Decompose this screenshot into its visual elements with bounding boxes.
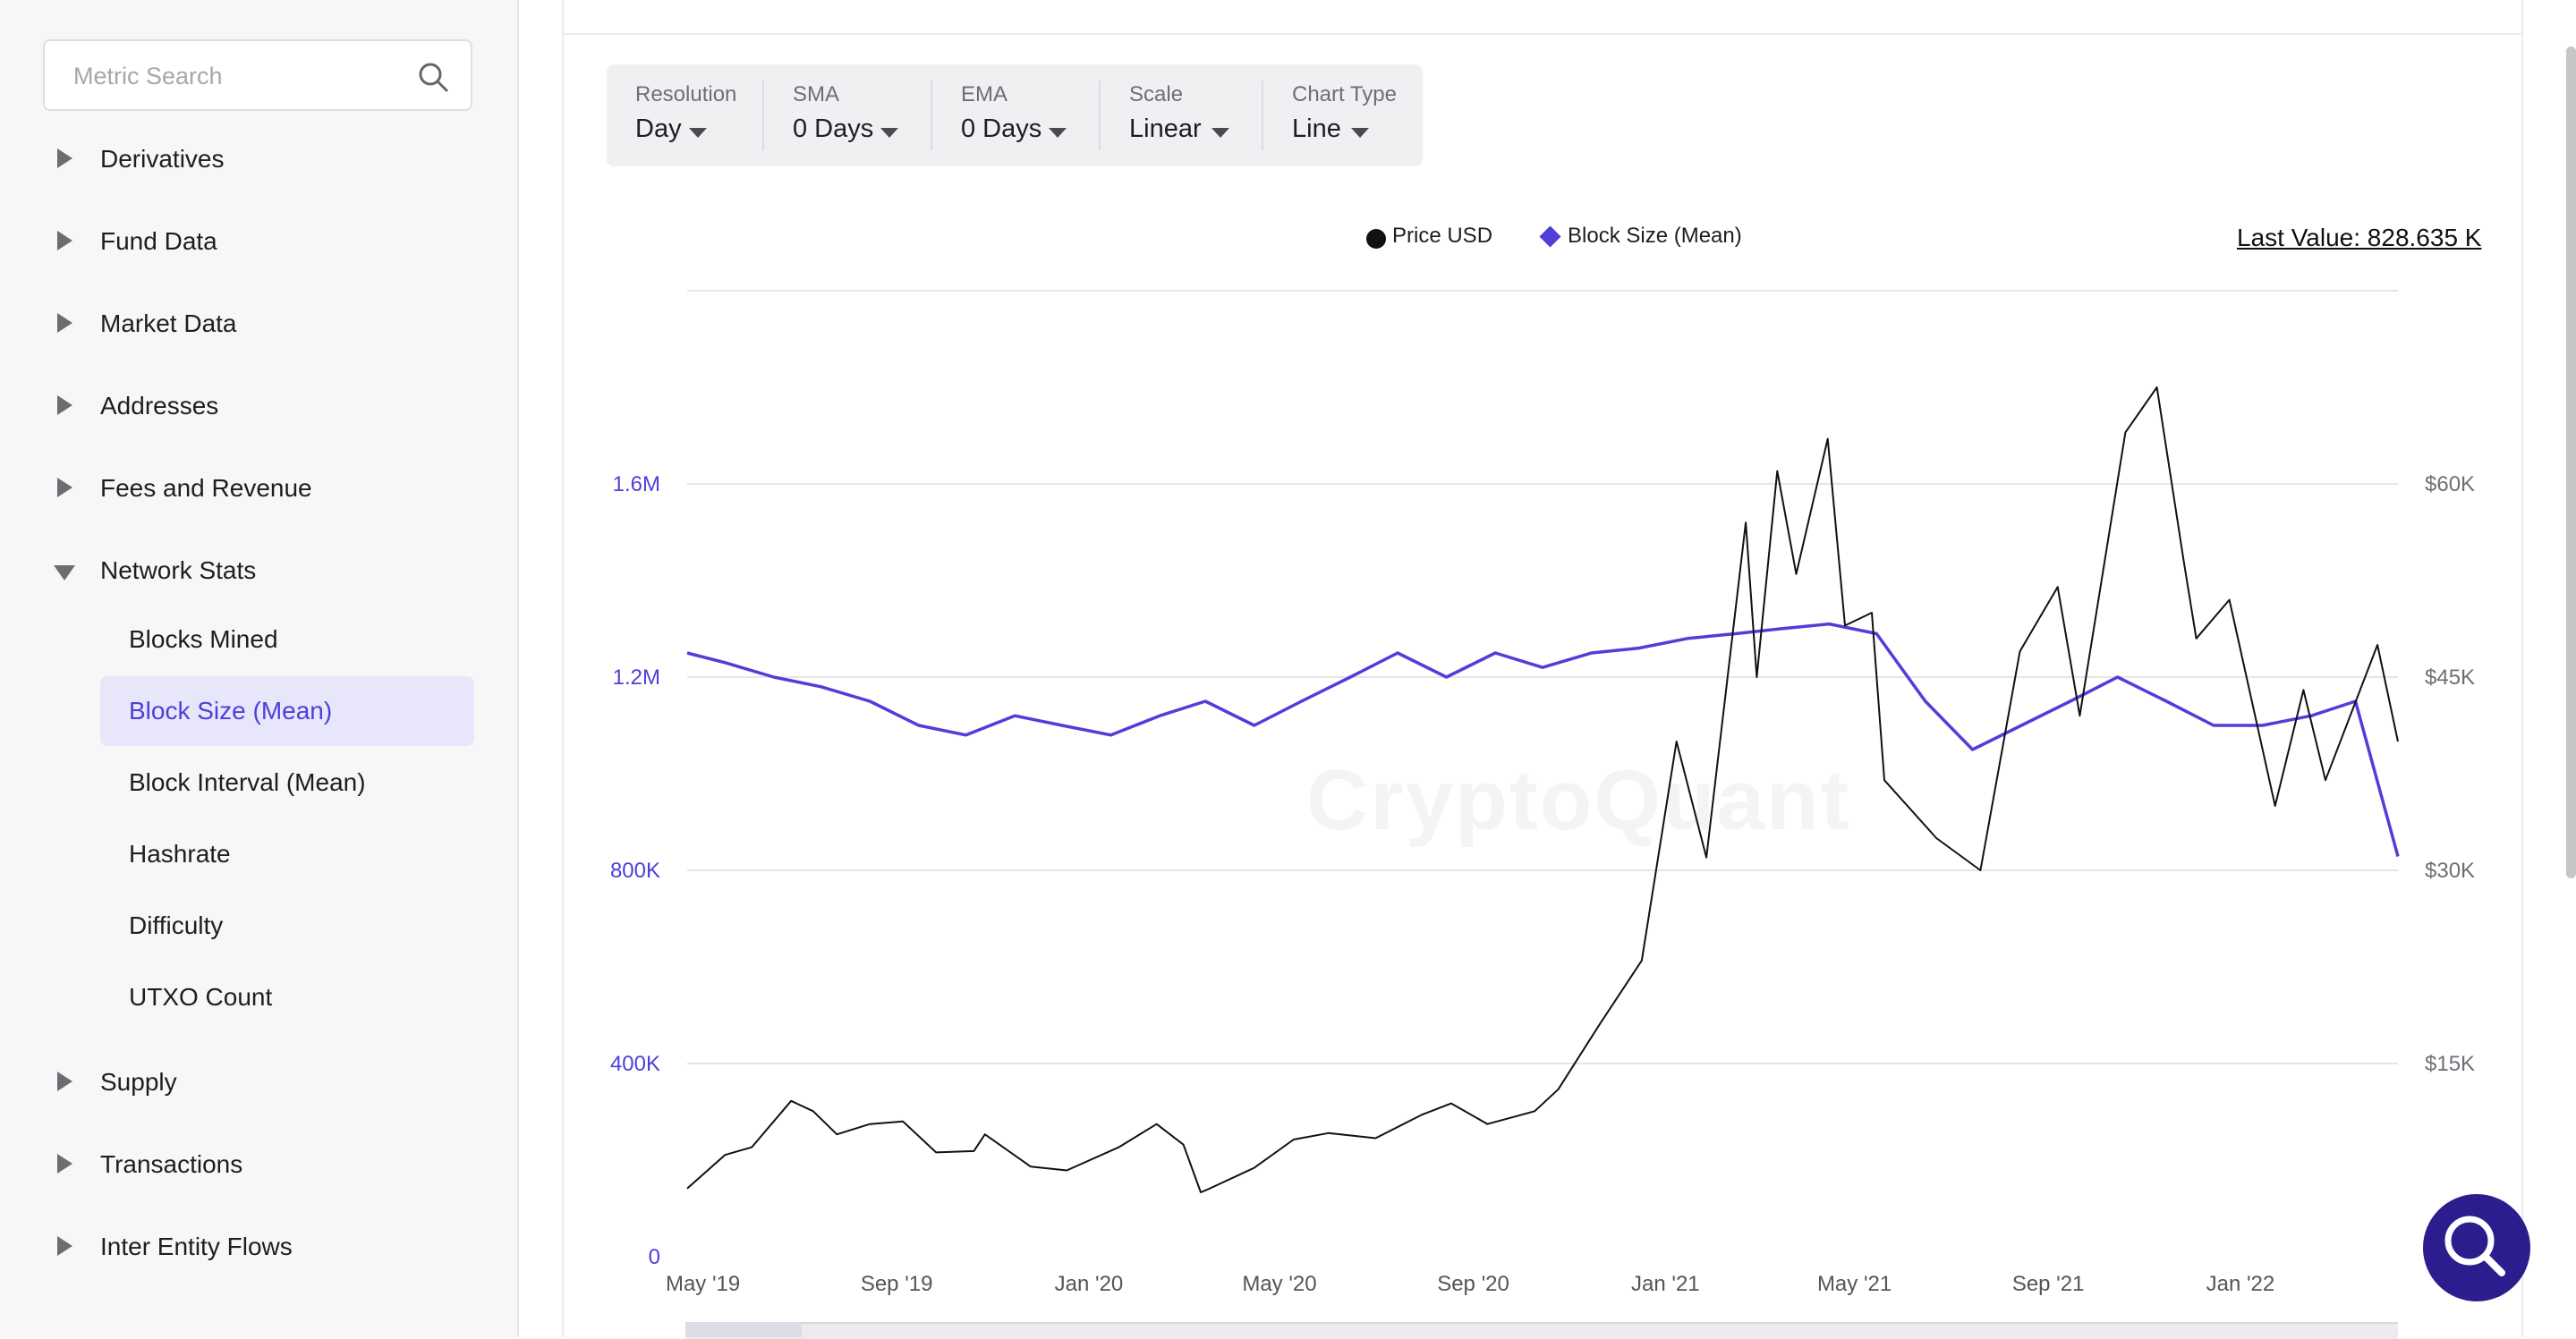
page-scrollbar[interactable]: [2566, 47, 2576, 878]
y-right-tick-label: $15K: [2425, 1052, 2475, 1076]
y-left-tick-label: 1.6M: [613, 472, 660, 496]
x-tick-label: Jan '21: [1631, 1272, 1700, 1296]
y-right-tick-label: $60K: [2425, 472, 2475, 496]
x-tick-label: May '19: [666, 1272, 740, 1296]
search-fab-button[interactable]: [2423, 1194, 2530, 1301]
price-usd-line: [686, 386, 2399, 1193]
chart-plot[interactable]: 0 400K 800K 1.2M 1.6M $15K $30K $45K $60K May '19…: [0, 0, 2576, 1337]
y-left-tick-label: 800K: [610, 859, 660, 883]
x-tick-label: Sep '19: [861, 1272, 933, 1296]
y-left-tick-label: 1.2M: [613, 665, 660, 690]
y-left-tick-label: 0: [649, 1245, 660, 1269]
x-tick-label: May '20: [1242, 1272, 1316, 1296]
x-tick-label: Jan '20: [1055, 1272, 1124, 1296]
x-tick-label: Jan '22: [2206, 1272, 2275, 1296]
x-tick-label: Sep '21: [2012, 1272, 2085, 1296]
range-navigator-handle[interactable]: [685, 1322, 802, 1337]
block-size-line: [686, 622, 2400, 857]
y-left-tick-label: 400K: [610, 1052, 660, 1076]
range-navigator[interactable]: [685, 1322, 2398, 1339]
y-right-tick-label: $30K: [2425, 859, 2475, 883]
x-tick-label: May '21: [1817, 1272, 1892, 1296]
y-right-tick-label: $45K: [2425, 665, 2475, 690]
x-tick-label: Sep '20: [1437, 1272, 1509, 1296]
magnifier-icon: [2444, 1216, 2505, 1276]
